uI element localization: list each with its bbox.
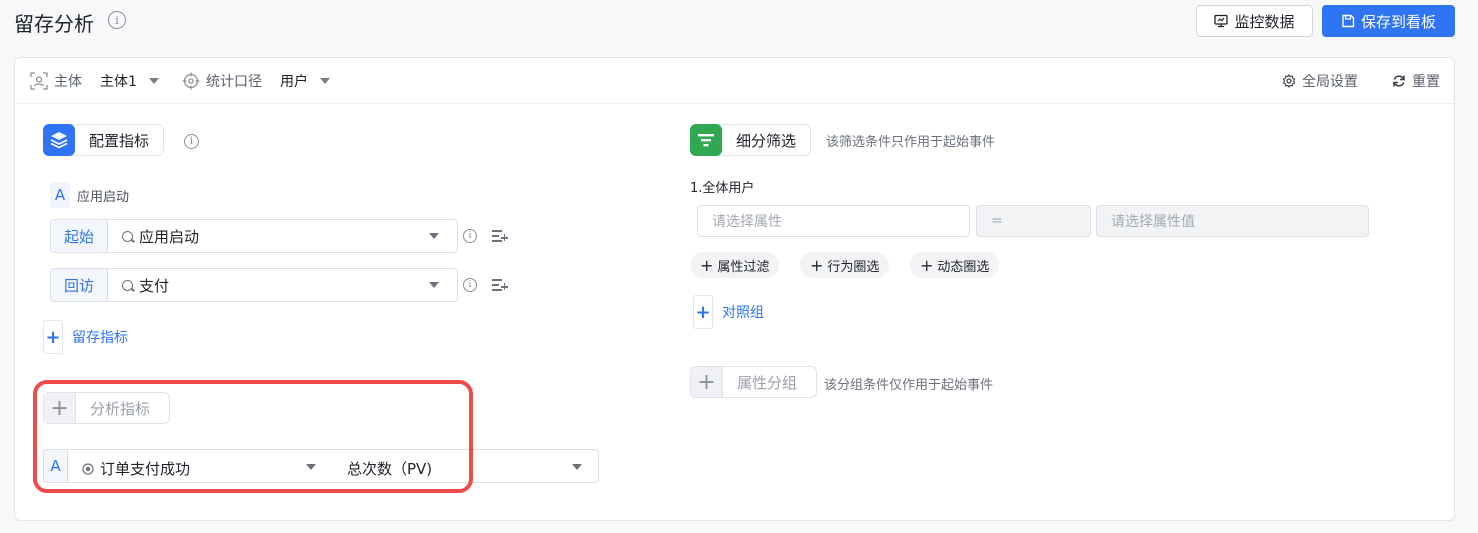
filter-note: 该筛选条件只作用于起始事件 — [826, 135, 996, 150]
info-icon[interactable]: i — [463, 229, 477, 243]
monitor-icon — [1214, 14, 1229, 28]
chevron-down-icon — [148, 78, 159, 84]
plus-icon: + — [691, 367, 723, 397]
start-prefix: 起始 — [51, 220, 108, 252]
global-settings-label: 全局设置 — [1302, 74, 1358, 90]
subject-icon — [30, 72, 48, 90]
add-filter-icon[interactable] — [492, 230, 508, 242]
chevron-down-icon[interactable] — [572, 464, 582, 470]
search-icon — [122, 279, 133, 291]
panel-toolbar: 主体 主体1 统计口径 用户 全局设置 重置 — [15, 58, 1454, 104]
start-event-value: 应用启动 — [139, 227, 200, 246]
chevron-down-icon — [429, 282, 439, 288]
revisit-prefix: 回访 — [51, 269, 108, 301]
attribute-select[interactable]: 请选择属性 — [697, 205, 970, 237]
group-title: 1.全体用户 — [690, 181, 755, 196]
attribute-group-note: 该分组条件仅作用于起始事件 — [824, 378, 994, 393]
plus-icon: + — [920, 255, 934, 275]
scope-label: 统计口径 — [206, 74, 262, 90]
layers-icon — [43, 123, 75, 156]
revisit-event-value: 支付 — [139, 276, 170, 295]
add-retention-metric-icon[interactable]: + — [43, 320, 63, 354]
monitor-data-button[interactable]: 监控数据 — [1196, 5, 1313, 37]
segment-filter-button[interactable]: 细分筛选 — [690, 123, 812, 156]
attribute-value-select[interactable]: 请选择属性值 — [1096, 205, 1369, 237]
dynamic-select-chip[interactable]: + 动态圈选 — [910, 252, 1000, 278]
event-name: 应用启动 — [77, 190, 130, 205]
event-badge: A — [50, 182, 70, 208]
info-icon[interactable]: i — [108, 11, 126, 29]
highlight-box — [33, 380, 473, 493]
scope-selector[interactable]: 统计口径 用户 — [182, 71, 330, 91]
chevron-down-icon — [320, 78, 330, 84]
chip-label: 动态圈选 — [937, 259, 990, 275]
save-to-board-label: 保存到看板 — [1360, 12, 1436, 31]
compare-group-link[interactable]: 对照组 — [722, 302, 764, 322]
config-metric-button[interactable]: 配置指标 — [43, 123, 165, 156]
plus-icon: + — [810, 255, 824, 275]
add-filter-icon[interactable] — [492, 279, 508, 291]
global-settings-button[interactable]: 全局设置 — [1282, 71, 1358, 91]
subject-selector[interactable]: 主体 主体1 — [30, 71, 159, 91]
attribute-group-button[interactable]: + 属性分组 — [690, 366, 817, 398]
refresh-icon — [1393, 75, 1405, 87]
add-compare-group-icon[interactable]: + — [693, 295, 713, 329]
reset-label: 重置 — [1412, 74, 1440, 90]
save-icon — [1342, 14, 1355, 28]
revisit-event-select[interactable]: 回访 支付 — [50, 268, 458, 302]
behavior-select-chip[interactable]: + 行为圈选 — [800, 252, 890, 278]
chip-label: 行为圈选 — [827, 259, 880, 275]
crosshair-icon — [182, 72, 200, 90]
operator-select[interactable]: = — [976, 205, 1091, 237]
filter-icon — [690, 123, 722, 156]
scope-value: 用户 — [280, 74, 308, 90]
reset-button[interactable]: 重置 — [1392, 71, 1440, 91]
info-icon[interactable]: i — [184, 134, 199, 149]
monitor-data-label: 监控数据 — [1234, 12, 1295, 31]
save-to-board-button[interactable]: 保存到看板 — [1322, 5, 1455, 37]
attribute-filter-chip[interactable]: + 属性过滤 — [690, 252, 780, 278]
segment-filter-label: 细分筛选 — [736, 131, 797, 150]
page-title: 留存分析 — [14, 12, 94, 36]
plus-icon: + — [700, 255, 714, 275]
subject-value: 主体1 — [100, 74, 137, 90]
retention-metric-link[interactable]: 留存指标 — [72, 327, 128, 347]
info-icon[interactable]: i — [463, 278, 477, 292]
search-icon — [122, 230, 133, 242]
chevron-down-icon — [429, 233, 439, 239]
attribute-group-label: 属性分组 — [737, 373, 798, 392]
subject-label: 主体 — [54, 74, 82, 90]
start-event-select[interactable]: 起始 应用启动 — [50, 219, 458, 253]
gear-icon — [1282, 74, 1296, 88]
config-metric-label: 配置指标 — [89, 131, 150, 150]
chip-label: 属性过滤 — [717, 259, 770, 275]
